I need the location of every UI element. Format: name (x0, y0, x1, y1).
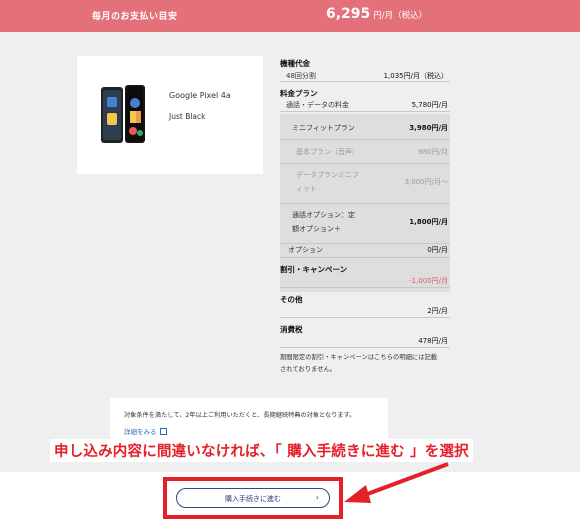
chevron-right-icon: › (315, 493, 319, 502)
monthly-amount-value: 6,295 (326, 6, 371, 22)
product-card: Google Pixel 4a Just Black (77, 56, 263, 174)
voice-data-value: 5,780円/月 (411, 101, 448, 109)
mini-fit-value: 3,980円/月 (409, 124, 448, 132)
other-value: 2円/月 (427, 307, 448, 315)
voice-data-row: 通話・データの料金 5,780円/月 (280, 98, 450, 112)
installment-value: 1,035円/月（税込） (383, 72, 448, 80)
proceed-to-purchase-button[interactable]: 購入手続きに進む › (176, 488, 330, 508)
data-mini-label-1: データプランミニフ (296, 171, 359, 179)
call-option-row: 通話オプション：定 額オプション＋ 1,800円/月 (280, 204, 450, 244)
note-line-1: 期間限定の割引・キャンペーンはこちらの明細には記載 (280, 354, 438, 361)
data-mini-row: データプランミニフ ィット 3,000円/月〜 (280, 164, 450, 204)
basic-plan-value: 980円/月 (418, 148, 448, 156)
monthly-estimate-amount: 6,295 円/月（税込） (326, 6, 427, 22)
call-option-value: 1,800円/月 (409, 218, 448, 226)
voice-data-label: 通話・データの料金 (286, 101, 349, 109)
limited-campaign-note: 期間限定の割引・キャンペーンはこちらの明細には記載 されておりません。 (280, 352, 452, 376)
monthly-amount-unit: 円/月（税込） (373, 11, 428, 21)
instruction-annotation: 申し込み内容に間違いなければ、「 購入手続きに進む 」を選択 (50, 439, 473, 462)
note-line-2: されておりません。 (280, 366, 337, 373)
external-link-icon (159, 428, 167, 435)
basic-plan-label: 基本プラン（音声） (296, 148, 359, 156)
phone-image (101, 85, 145, 143)
details-link[interactable]: 詳細をみる (124, 426, 167, 436)
installment-label: 48回分割 (286, 72, 316, 80)
option-label: オプション (288, 246, 323, 254)
product-name: Google Pixel 4a (169, 91, 231, 100)
monthly-estimate-bar: 毎月のお支払い目安 6,295 円/月（税込） (0, 0, 580, 32)
proceed-button-label[interactable]: 購入手続きに進む (177, 494, 329, 504)
data-mini-value: 3,000円/月〜 (404, 178, 448, 186)
details-link-label[interactable]: 詳細をみる (124, 428, 157, 436)
monthly-estimate-label: 毎月のお支払い目安 (92, 12, 178, 22)
product-color: Just Black (169, 112, 206, 121)
long-term-benefit-text: 対象条件を満たして、2年以上ご利用いただくと、長期継続特典の対象となります。 (124, 412, 356, 419)
tax-value: 478円/月 (418, 337, 448, 345)
tax-row: 478円/月 (280, 334, 450, 348)
call-option-label-1: 通話オプション：定 (292, 211, 355, 219)
option-row: オプション 0円/月 (280, 244, 450, 258)
call-option-label-2: 額オプション＋ (292, 225, 341, 233)
data-mini-label-2: ィット (296, 185, 317, 193)
installment-row: 48回分割 1,035円/月（税込） (280, 68, 450, 82)
discount-row: -1,000円/月 (280, 274, 450, 288)
mini-fit-row: ミニフィットプラン 3,980円/月 (280, 116, 450, 140)
basic-plan-row: 基本プラン（音声） 980円/月 (280, 140, 450, 164)
discount-value: -1,000円/月 (409, 277, 448, 285)
option-value: 0円/月 (427, 246, 448, 254)
other-row: 2円/月 (280, 304, 450, 318)
mini-fit-label: ミニフィットプラン (292, 124, 355, 132)
